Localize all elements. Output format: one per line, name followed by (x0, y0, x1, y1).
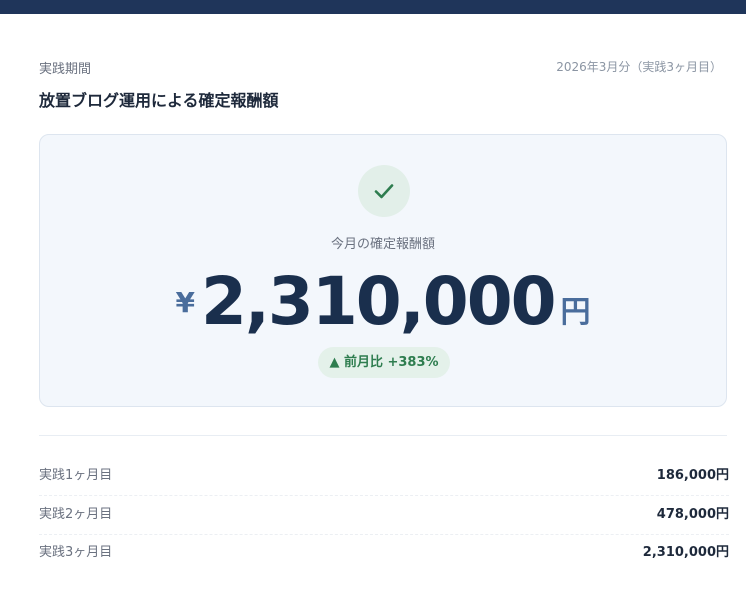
earnings-amount: 2,310,000 (200, 263, 557, 340)
card-label: 今月の確定報酬額 (330, 237, 435, 252)
history-value: 2,310,000円 (642, 545, 729, 560)
history-label: 実践2ヶ月目 (39, 507, 113, 522)
history-value: 186,000円 (656, 468, 729, 483)
earnings-card: 今月の確定報酬額 ¥2,310,000 円 ▲ 前月比 +383% (39, 134, 727, 407)
history-value: 478,000円 (656, 507, 729, 522)
top-bar (0, 0, 746, 14)
currency-unit: 円 (560, 295, 591, 330)
page-title: 放置ブログ運用による確定報酬額 (39, 91, 279, 110)
growth-badge: ▲ 前月比 +383% (318, 347, 450, 378)
history-row: 実践3ヶ月目 2,310,000円 (39, 534, 729, 572)
period-label: 2026年3月分（実践3ヶ月目） (556, 60, 722, 74)
history-label: 実践1ヶ月目 (39, 468, 113, 483)
check-badge (358, 165, 410, 217)
check-icon (374, 184, 394, 199)
history-row: 実践2ヶ月目 478,000円 (39, 496, 729, 535)
history-row: 実践1ヶ月目 186,000円 (39, 457, 729, 496)
history-label: 実践3ヶ月目 (39, 545, 113, 560)
currency-symbol: ¥ (175, 286, 195, 319)
divider (39, 435, 727, 436)
section-label: 実践期間 (39, 62, 92, 77)
amount-row: ¥2,310,000 円 (40, 263, 726, 340)
